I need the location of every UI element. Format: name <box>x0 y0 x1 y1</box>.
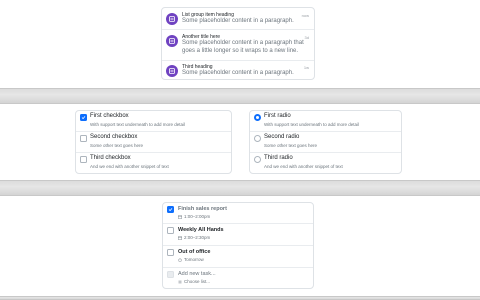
task-time: 1:00–2:00pm <box>178 214 210 219</box>
calendar-icon <box>178 235 182 240</box>
radio-list-group: First radio With support text underneath… <box>249 110 402 174</box>
radio-help: With support text underneath to add more… <box>264 122 360 127</box>
radio-help: Some other text goes here <box>264 143 318 148</box>
radio-item[interactable]: First radio With support text underneath… <box>250 111 401 132</box>
section-divider <box>0 88 480 104</box>
task-list: Finish sales report 1:00–2:00pm Weekly A… <box>162 202 314 289</box>
list-group-item[interactable]: List group item heading Some placeholder… <box>162 8 314 30</box>
task-checkbox-icon[interactable] <box>167 227 174 234</box>
task-checkbox-disabled-icon <box>167 271 174 278</box>
task-list-chooser-text: Choose list... <box>184 279 211 284</box>
checkbox-list-group: First checkbox With support text underne… <box>75 110 232 174</box>
task-checkbox-icon[interactable] <box>167 249 174 256</box>
calendar-icon <box>178 214 182 219</box>
item-text: Some placeholder content in a paragraph … <box>182 40 304 54</box>
list-group-item[interactable]: Third heading Some placeholder content i… <box>162 61 314 81</box>
radio-icon[interactable] <box>254 156 261 163</box>
radio-item[interactable]: Second radio Some other text goes here <box>250 132 401 153</box>
radio-label: First radio <box>264 113 291 119</box>
task-time: 2:00–2:30pm <box>178 235 210 240</box>
task-time-text: Tomorrow <box>184 257 204 262</box>
checkbox-label: Second checkbox <box>90 134 138 140</box>
item-time: 1w <box>303 65 309 70</box>
task-list-chooser[interactable]: Choose list... <box>178 279 210 284</box>
checkbox-help: Some other text goes here <box>90 143 144 148</box>
section-divider <box>0 296 480 300</box>
checkbox-item[interactable]: Third checkbox And we end with another s… <box>76 153 231 174</box>
new-task-item[interactable]: Add new task... Choose list... <box>163 268 313 290</box>
radio-help: And we end with another snippet of text <box>264 164 343 169</box>
radio-label: Second radio <box>264 134 300 140</box>
radio-checked-icon[interactable] <box>254 114 261 121</box>
radio-label: Third radio <box>264 155 293 161</box>
item-text: Some placeholder content in a paragraph. <box>182 18 294 24</box>
checkbox-icon[interactable] <box>80 135 87 142</box>
section-divider <box>0 180 480 196</box>
list-group-card: List group item heading Some placeholder… <box>161 7 315 80</box>
checkbox-item[interactable]: Second checkbox Some other text goes her… <box>76 132 231 153</box>
checkbox-checked-icon[interactable] <box>80 114 87 121</box>
radio-icon[interactable] <box>254 135 261 142</box>
task-time-text: 1:00–2:00pm <box>184 214 211 219</box>
item-time: now <box>301 13 309 18</box>
task-title: Weekly All Hands <box>178 227 224 233</box>
checkbox-icon[interactable] <box>80 156 87 163</box>
list-group-item[interactable]: Another title here Some placeholder cont… <box>162 30 314 61</box>
task-time: Tomorrow <box>178 257 204 262</box>
task-checkbox-checked-icon[interactable] <box>167 206 174 213</box>
avatar-icon <box>166 65 178 77</box>
new-task-input[interactable]: Add new task... <box>178 271 216 277</box>
checkbox-help: With support text underneath to add more… <box>90 122 186 127</box>
task-title: Out of office <box>178 249 211 255</box>
item-time: 3d <box>304 35 309 40</box>
task-item[interactable]: Weekly All Hands 2:00–2:30pm <box>163 224 313 246</box>
alarm-icon <box>178 258 182 262</box>
item-text: Some placeholder content in a paragraph. <box>182 70 294 76</box>
avatar-icon <box>166 35 178 47</box>
task-item[interactable]: Out of office Tomorrow <box>163 246 313 268</box>
checkbox-label: Third checkbox <box>90 155 131 161</box>
task-item[interactable]: Finish sales report 1:00–2:00pm <box>163 203 313 224</box>
task-time-text: 2:00–2:30pm <box>184 235 211 240</box>
checkbox-label: First checkbox <box>90 113 129 119</box>
task-title: Finish sales report <box>178 206 227 212</box>
checkbox-help: And we end with another snippet of text <box>90 164 169 169</box>
checkbox-item[interactable]: First checkbox With support text underne… <box>76 111 231 132</box>
avatar-icon <box>166 13 178 25</box>
list-icon <box>178 280 182 283</box>
radio-item[interactable]: Third radio And we end with another snip… <box>250 153 401 174</box>
